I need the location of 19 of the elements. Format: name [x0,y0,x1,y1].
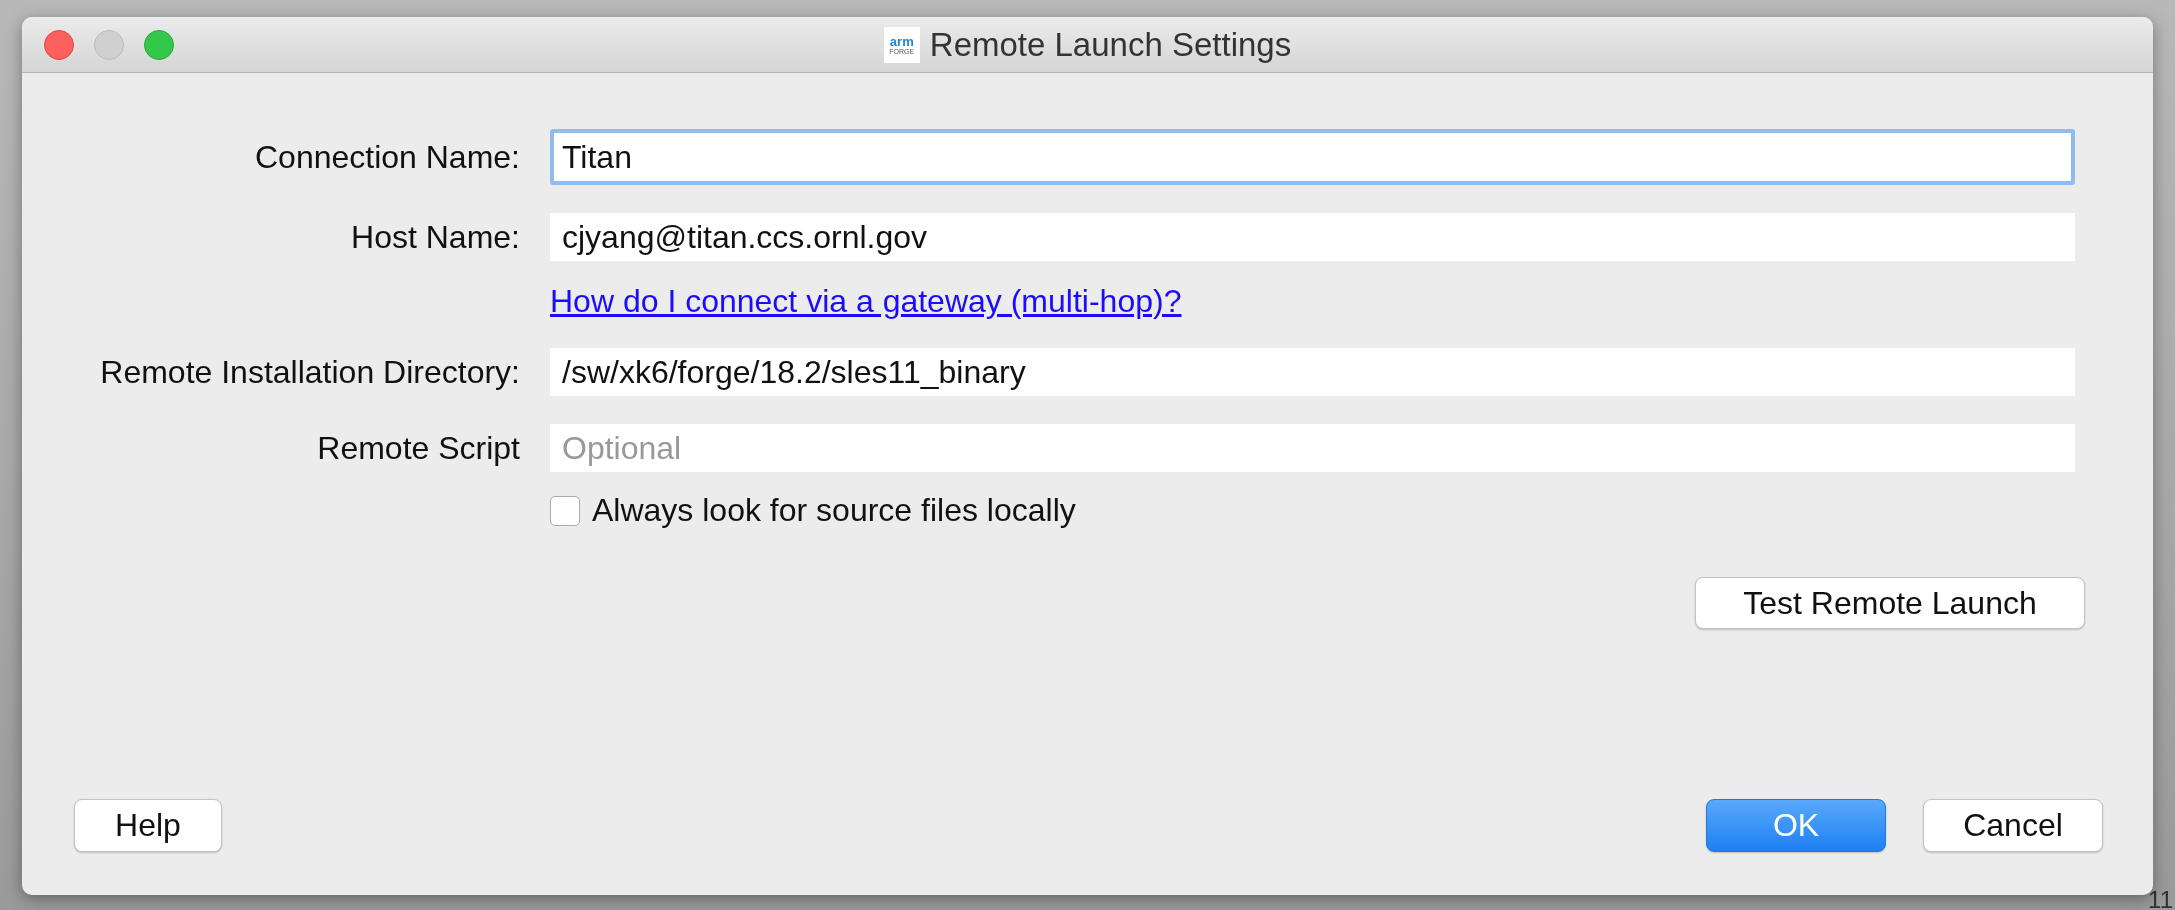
test-remote-launch-button[interactable]: Test Remote Launch [1695,577,2085,629]
zoom-button[interactable] [144,29,174,60]
minimize-button[interactable] [94,29,124,60]
input-field[interactable]: cjyang@titan.ccs.ornl.gov [550,213,2075,261]
window-title: Remote Launch Settings [929,25,1292,64]
input-field[interactable]: Titan [550,129,2075,185]
help-link[interactable]: How do I connect via a gateway (multi-hop)? [550,275,1182,334]
background-text: 11 [2148,888,2173,910]
checkbox[interactable] [550,495,580,526]
field-label: Remote Script [316,429,520,467]
help-button[interactable]: Help [74,799,222,852]
cancel-button[interactable]: Cancel [1923,799,2103,852]
input-field[interactable]: Optional [550,424,2075,472]
field-label: Remote Installation Directory: [99,353,520,391]
field-label: Host Name: [350,218,520,256]
checkbox-label: Always look for source files locally [592,492,1076,529]
field-label: Connection Name: [253,138,520,176]
close-button[interactable] [44,29,74,60]
input-field[interactable]: /sw/xk6/forge/18.2/sles11_binary [550,348,2075,396]
